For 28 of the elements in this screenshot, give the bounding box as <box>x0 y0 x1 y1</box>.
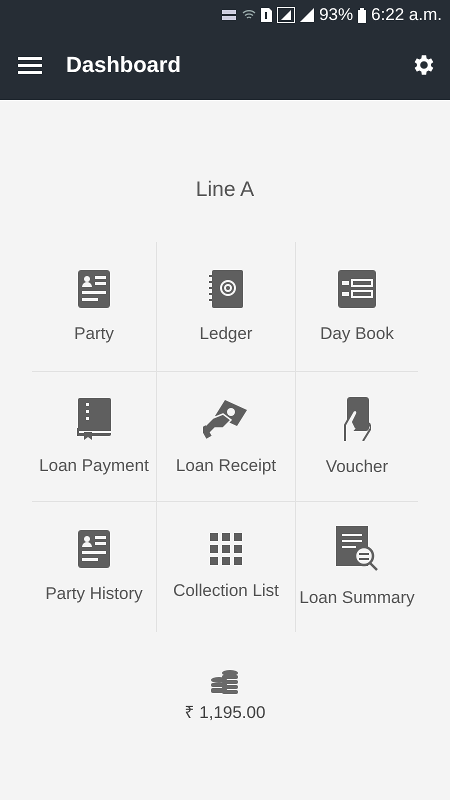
contact-card-icon <box>78 270 110 308</box>
list-icon <box>338 270 376 308</box>
book-icon <box>77 398 111 440</box>
battery-icon <box>358 8 366 22</box>
dashboard-tile[interactable]: Collection List <box>157 502 296 632</box>
dashboard-tile[interactable]: Day Book <box>296 242 418 372</box>
dashboard-tile[interactable]: Loan Payment <box>32 372 157 502</box>
dashboard-tile[interactable]: Party <box>32 242 157 372</box>
dashboard-tile[interactable]: Party History <box>32 502 157 632</box>
signal-icon <box>277 7 296 23</box>
document-search-icon <box>336 526 378 572</box>
app-title: Dashboard <box>66 52 182 78</box>
grid-icon <box>210 533 242 565</box>
total-amount: ₹ 1,195.00 <box>184 702 266 723</box>
hand-phone-icon <box>343 396 371 440</box>
contact-card-icon <box>78 530 110 568</box>
dashboard-tile[interactable]: Loan Receipt <box>157 372 296 502</box>
coins-icon <box>211 670 239 694</box>
menu-button[interactable] <box>16 54 44 76</box>
sim-icon <box>261 8 272 22</box>
dashboard-tile[interactable]: Ledger <box>157 242 296 372</box>
battery-percent: 93% <box>319 5 354 25</box>
dashboard-tile[interactable]: Loan Summary <box>296 502 418 632</box>
address-book-icon <box>209 270 243 308</box>
clock-time: 6:22 a.m. <box>371 5 442 25</box>
dashboard-tile[interactable]: Voucher <box>296 372 418 502</box>
line-title: Line A <box>196 178 254 202</box>
signal-icon <box>300 8 314 22</box>
